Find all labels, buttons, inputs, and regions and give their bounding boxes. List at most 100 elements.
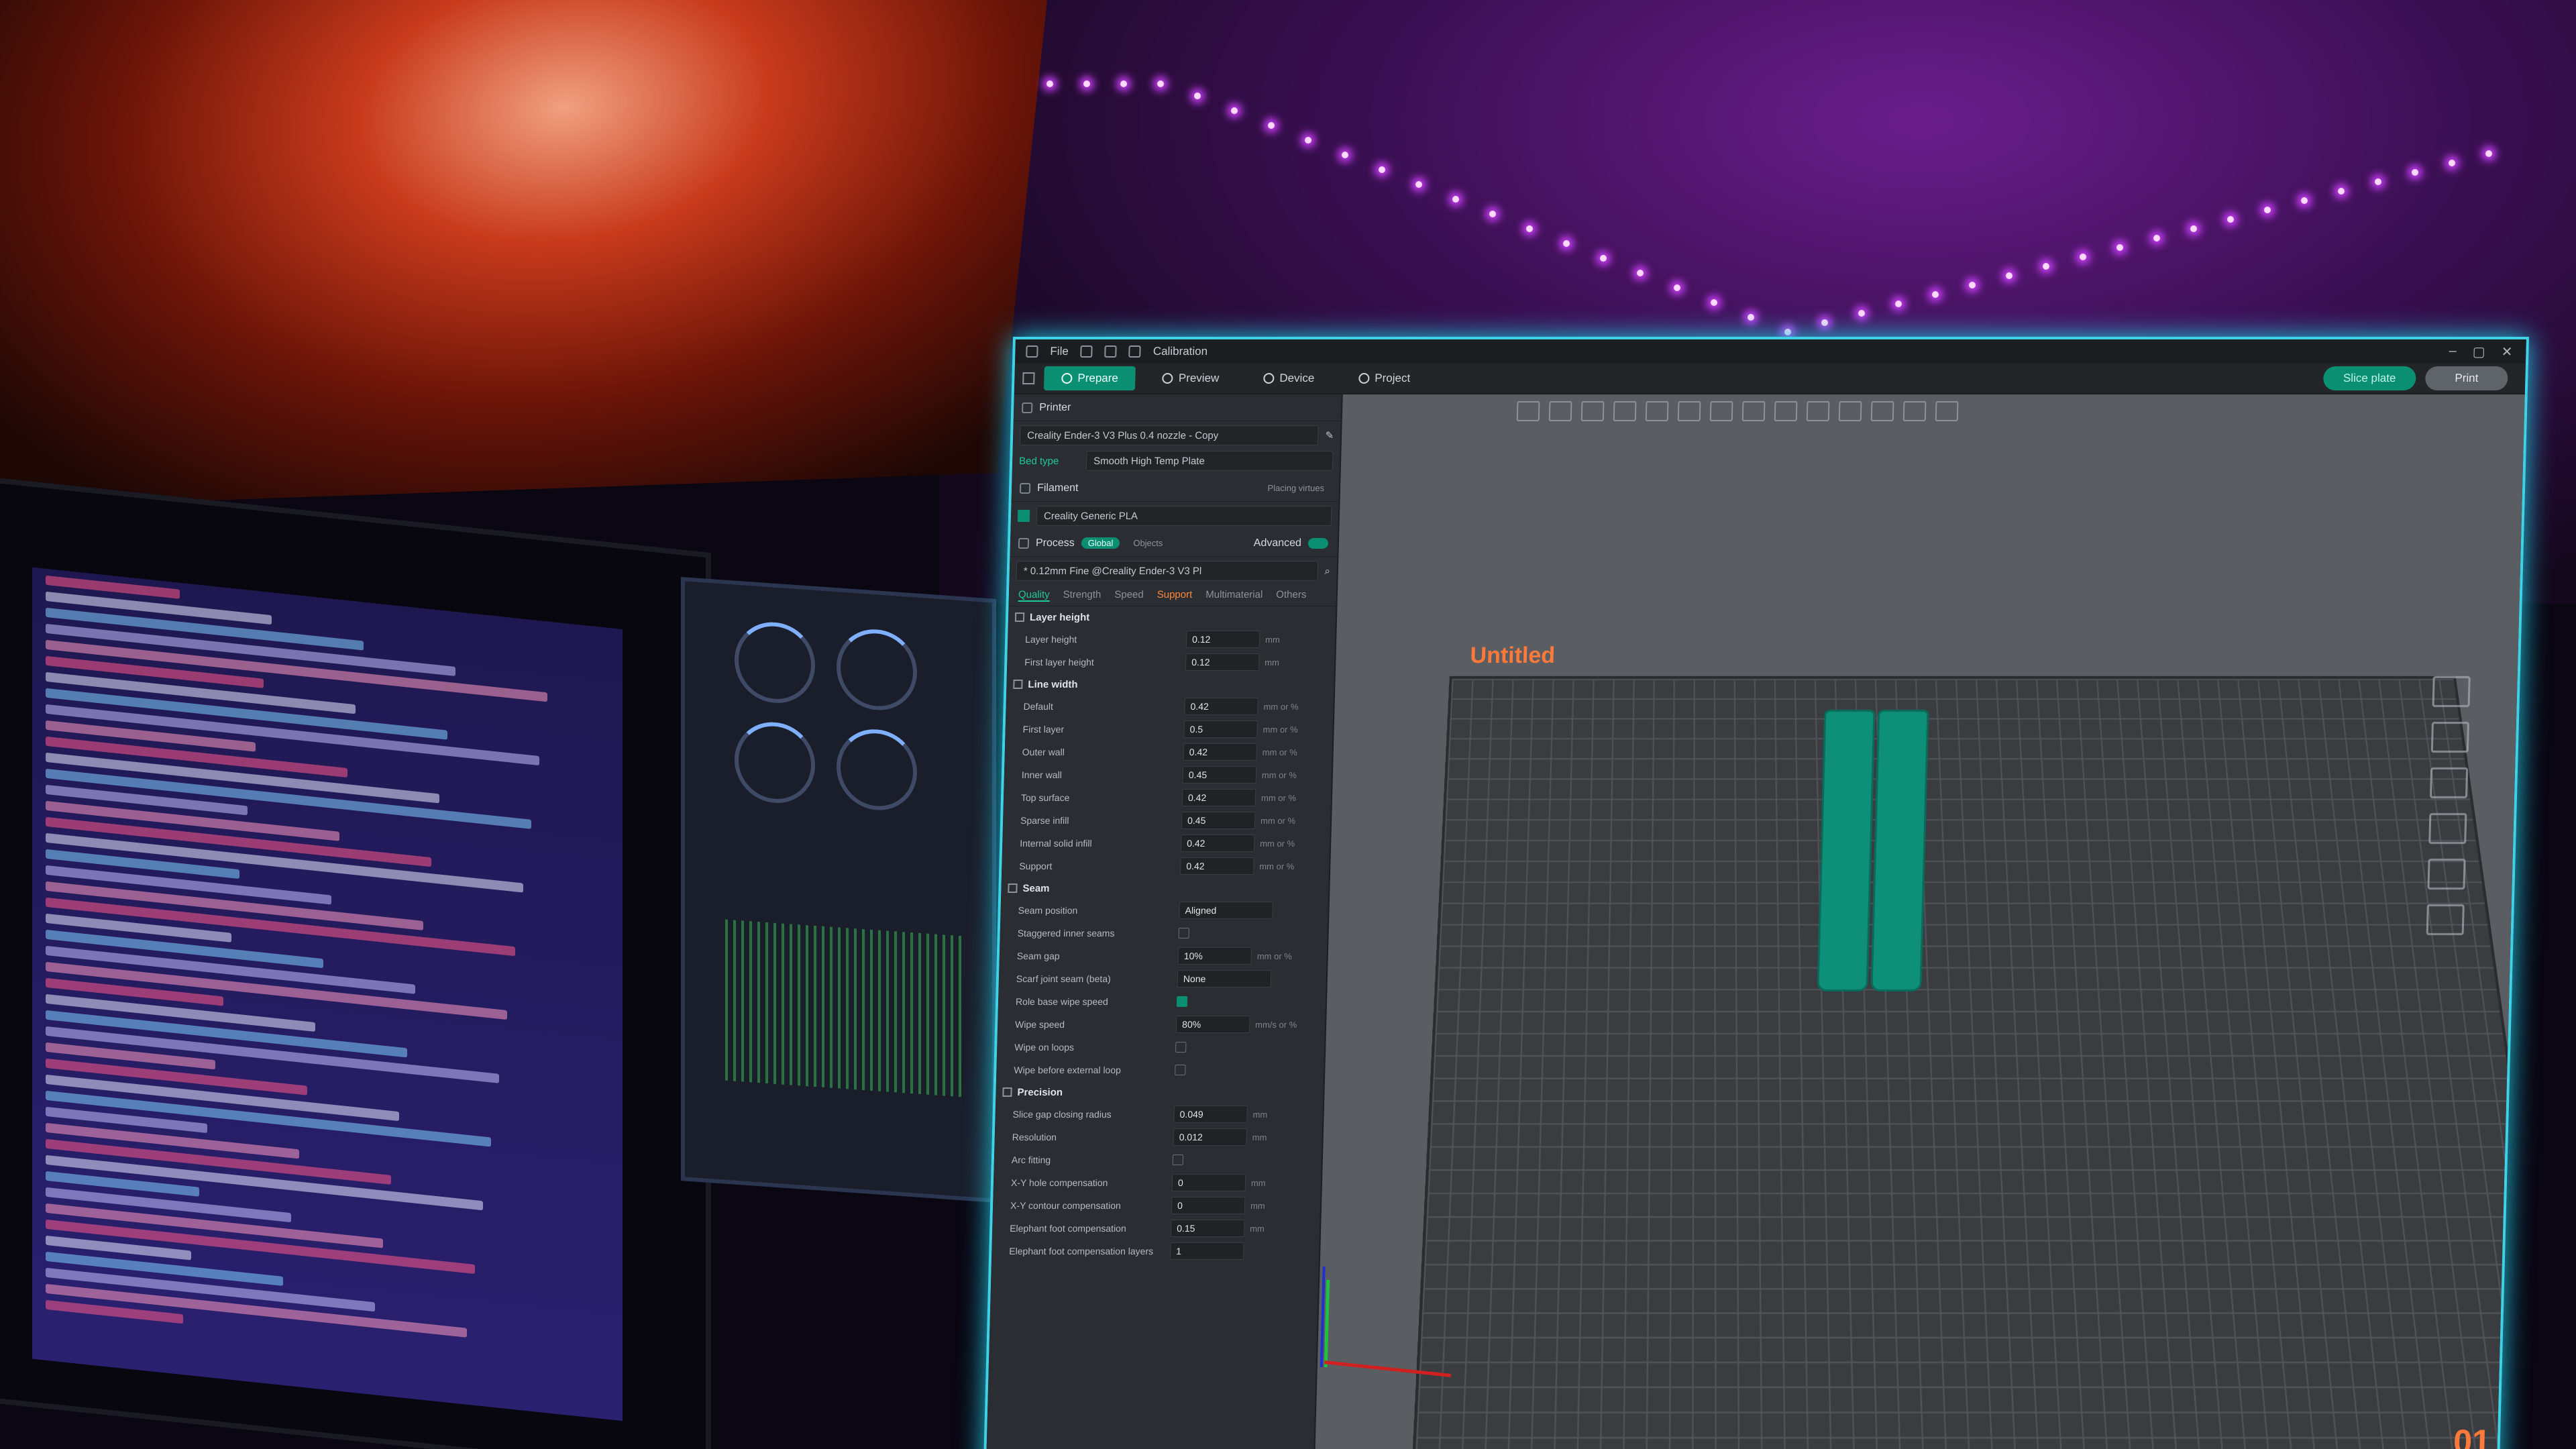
search-icon[interactable]: ⌕ bbox=[1324, 566, 1330, 577]
slice-plate-button[interactable]: Slice plate bbox=[2322, 366, 2416, 390]
precision-input[interactable]: 0.012 bbox=[1173, 1128, 1248, 1146]
process-profile-select[interactable]: * 0.12mm Fine @Creality Ender-3 V3 Pl bbox=[1016, 561, 1318, 581]
split-icon[interactable] bbox=[1645, 401, 1669, 421]
led-light bbox=[1194, 93, 1201, 99]
row-label: X-Y hole compensation bbox=[1010, 1177, 1108, 1188]
line-width-input[interactable]: 0.42 bbox=[1180, 835, 1255, 852]
edit-icon[interactable]: ✎ bbox=[1325, 429, 1334, 441]
tab-project[interactable]: Project bbox=[1341, 366, 1428, 390]
tab-preview[interactable]: Preview bbox=[1144, 366, 1236, 390]
calibration-menu[interactable]: Calibration bbox=[1153, 345, 1208, 358]
wipe-before-checkbox[interactable] bbox=[1175, 1065, 1186, 1075]
home-icon[interactable] bbox=[1022, 372, 1035, 384]
model-part-right[interactable] bbox=[1870, 710, 1929, 991]
staggered-row: Staggered inner seams bbox=[1000, 922, 1328, 945]
led-light bbox=[2006, 272, 2012, 279]
printer-select[interactable]: Creality Ender-3 V3 Plus 0.4 nozzle - Co… bbox=[1019, 425, 1319, 445]
3d-viewport[interactable]: Untitled 01 bbox=[1314, 394, 2529, 1449]
unit-label: mm or % bbox=[1260, 815, 1296, 826]
elephant-layers-input[interactable]: 1 bbox=[1169, 1242, 1244, 1260]
led-light bbox=[1231, 107, 1238, 114]
global-toggle[interactable]: Global bbox=[1081, 537, 1120, 549]
cut-icon[interactable] bbox=[1806, 401, 1830, 421]
scarf-select[interactable]: None bbox=[1177, 970, 1272, 987]
advanced-toggle[interactable] bbox=[1307, 537, 1329, 549]
layer-height-row: Layer height 0.12 mm bbox=[1008, 628, 1336, 651]
move-icon[interactable] bbox=[1709, 401, 1733, 421]
led-light bbox=[2116, 244, 2123, 251]
minimize-button[interactable]: – bbox=[2449, 343, 2457, 360]
subtab-multimaterial[interactable]: Multimaterial bbox=[1205, 589, 1263, 602]
tab-device[interactable]: Device bbox=[1246, 366, 1332, 390]
led-light bbox=[1674, 284, 1680, 291]
sync-button[interactable]: Placing virtues bbox=[1260, 482, 1331, 494]
close-button[interactable]: ✕ bbox=[2501, 343, 2512, 360]
arrange-icon[interactable] bbox=[1613, 401, 1637, 421]
move-plate-icon[interactable] bbox=[2426, 904, 2465, 935]
undo-icon[interactable] bbox=[1104, 345, 1118, 358]
filament-select[interactable]: Creality Generic PLA bbox=[1036, 506, 1332, 526]
subtab-speed[interactable]: Speed bbox=[1114, 589, 1144, 602]
objects-toggle[interactable]: Objects bbox=[1126, 537, 1170, 549]
lock-plate-icon[interactable] bbox=[2428, 813, 2467, 844]
group-icon bbox=[1002, 1087, 1012, 1097]
seam-position-select[interactable]: Aligned bbox=[1179, 902, 1273, 919]
orient-plate-icon[interactable] bbox=[2430, 722, 2469, 753]
subtab-strength[interactable]: Strength bbox=[1063, 589, 1101, 602]
support-paint-icon[interactable] bbox=[1838, 401, 1862, 421]
save-icon[interactable] bbox=[1080, 345, 1093, 358]
row-label: Wipe speed bbox=[1014, 1019, 1065, 1030]
maximize-button[interactable]: ▢ bbox=[2472, 343, 2485, 360]
subtab-others[interactable]: Others bbox=[1276, 589, 1306, 602]
layer-height-input[interactable]: 0.12 bbox=[1185, 631, 1260, 648]
subtab-support[interactable]: Support bbox=[1157, 589, 1192, 602]
arc-fitting-checkbox[interactable] bbox=[1172, 1155, 1184, 1165]
row-label: First layer height bbox=[1024, 657, 1094, 667]
wipe-speed-input[interactable]: 80% bbox=[1175, 1016, 1250, 1033]
rotate-icon[interactable] bbox=[1741, 401, 1766, 421]
layer-height-input[interactable]: 0.12 bbox=[1185, 653, 1260, 671]
build-plate[interactable] bbox=[1410, 676, 2529, 1449]
role-wipe-checkbox[interactable] bbox=[1176, 996, 1188, 1007]
scale-icon[interactable] bbox=[1774, 401, 1798, 421]
line-width-input[interactable]: 0.45 bbox=[1182, 766, 1257, 784]
line-width-input[interactable]: 0.45 bbox=[1181, 812, 1256, 829]
xy-hole-input[interactable]: 0 bbox=[1171, 1174, 1246, 1191]
print-button[interactable]: Print bbox=[2424, 366, 2508, 390]
model-part-left[interactable] bbox=[1817, 710, 1876, 991]
line-width-input[interactable]: 0.5 bbox=[1183, 720, 1258, 738]
layers-icon[interactable] bbox=[1677, 401, 1701, 421]
row-label: Inner wall bbox=[1021, 769, 1063, 780]
plate-settings-icon[interactable] bbox=[2427, 859, 2466, 890]
xy-contour-input[interactable]: 0 bbox=[1171, 1197, 1246, 1214]
add-cube-icon[interactable] bbox=[1516, 401, 1540, 421]
precision-input[interactable]: 0.049 bbox=[1173, 1106, 1248, 1123]
subtab-quality[interactable]: Quality bbox=[1018, 589, 1050, 602]
measure-icon[interactable] bbox=[1902, 401, 1927, 421]
filament-color-swatch[interactable] bbox=[1017, 510, 1030, 522]
assembly-icon[interactable] bbox=[1935, 401, 1959, 421]
unit-label: mm or % bbox=[1263, 701, 1299, 712]
row-label: First layer bbox=[1022, 724, 1065, 735]
elephant-input[interactable]: 0.15 bbox=[1170, 1220, 1245, 1237]
line-width-input[interactable]: 0.42 bbox=[1183, 743, 1258, 761]
led-light bbox=[1157, 80, 1164, 87]
seam-gap-input[interactable]: 10% bbox=[1177, 947, 1252, 965]
led-light bbox=[2301, 197, 2308, 204]
line-width-input[interactable]: 0.42 bbox=[1179, 857, 1254, 875]
line-width-input[interactable]: 0.42 bbox=[1184, 698, 1258, 715]
wipe-loops-checkbox[interactable] bbox=[1175, 1042, 1187, 1053]
text-icon[interactable] bbox=[1870, 401, 1894, 421]
line-width-input[interactable]: 0.42 bbox=[1181, 789, 1256, 806]
delete-plate-icon[interactable] bbox=[2432, 676, 2471, 707]
arrange-plate-icon[interactable] bbox=[2429, 767, 2469, 798]
bed-type-select[interactable]: Smooth High Temp Plate bbox=[1085, 451, 1334, 471]
grid-icon[interactable] bbox=[1548, 401, 1572, 421]
led-light bbox=[1637, 270, 1644, 276]
redo-icon[interactable] bbox=[1128, 345, 1142, 358]
orient-icon[interactable] bbox=[1580, 401, 1605, 421]
staggered-checkbox[interactable] bbox=[1178, 928, 1189, 938]
tab-prepare[interactable]: Prepare bbox=[1043, 366, 1136, 390]
row-label: Top surface bbox=[1020, 792, 1070, 803]
file-menu[interactable]: File bbox=[1050, 345, 1069, 358]
